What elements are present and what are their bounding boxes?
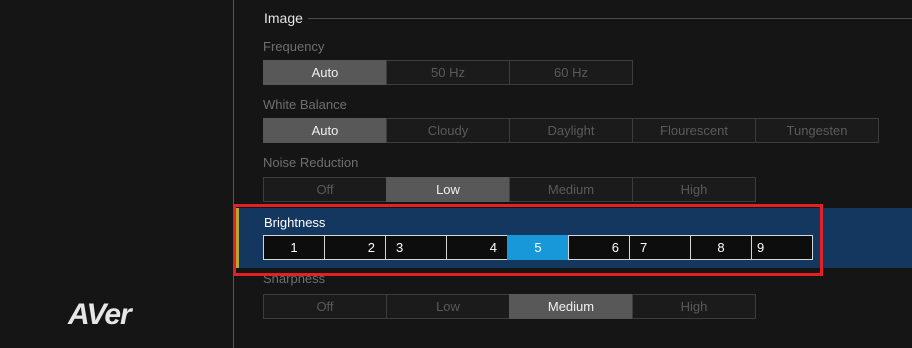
white-balance-option-daylight[interactable]: Daylight — [509, 118, 633, 143]
frequency-selector: Auto 50 Hz 60 Hz — [263, 60, 633, 85]
noise-reduction-selector: Off Low Medium High — [263, 177, 756, 202]
frequency-option-auto[interactable]: Auto — [263, 60, 387, 85]
white-balance-option-tungesten[interactable]: Tungesten — [755, 118, 879, 143]
white-balance-option-cloudy[interactable]: Cloudy — [386, 118, 510, 143]
sidebar — [0, 0, 233, 348]
noise-reduction-label: Noise Reduction — [263, 155, 359, 170]
noise-reduction-option-medium[interactable]: Medium — [509, 177, 633, 202]
noise-reduction-option-low[interactable]: Low — [386, 177, 510, 202]
white-balance-selector: Auto Cloudy Daylight Flourescent Tungest… — [263, 118, 879, 143]
aver-logo: AVer — [68, 298, 132, 331]
image-settings-panel: Image Frequency Auto 50 Hz 60 Hz White B… — [234, 0, 912, 348]
sharpness-option-high[interactable]: High — [632, 294, 756, 319]
frequency-label: Frequency — [263, 39, 325, 54]
white-balance-option-auto[interactable]: Auto — [263, 118, 387, 143]
white-balance-label: White Balance — [263, 97, 347, 112]
frequency-option-60hz[interactable]: 60 Hz — [509, 60, 633, 85]
sharpness-option-low[interactable]: Low — [386, 294, 510, 319]
section-title: Image — [264, 10, 303, 26]
sharpness-selector: Off Low Medium High — [263, 294, 756, 319]
sharpness-option-medium[interactable]: Medium — [509, 294, 633, 319]
noise-reduction-option-high[interactable]: High — [632, 177, 756, 202]
brightness-highlight-annotation — [233, 204, 823, 276]
white-balance-option-flourescent[interactable]: Flourescent — [632, 118, 756, 143]
noise-reduction-option-off[interactable]: Off — [263, 177, 387, 202]
section-rule — [308, 18, 912, 19]
sharpness-option-off[interactable]: Off — [263, 294, 387, 319]
frequency-option-50hz[interactable]: 50 Hz — [386, 60, 510, 85]
